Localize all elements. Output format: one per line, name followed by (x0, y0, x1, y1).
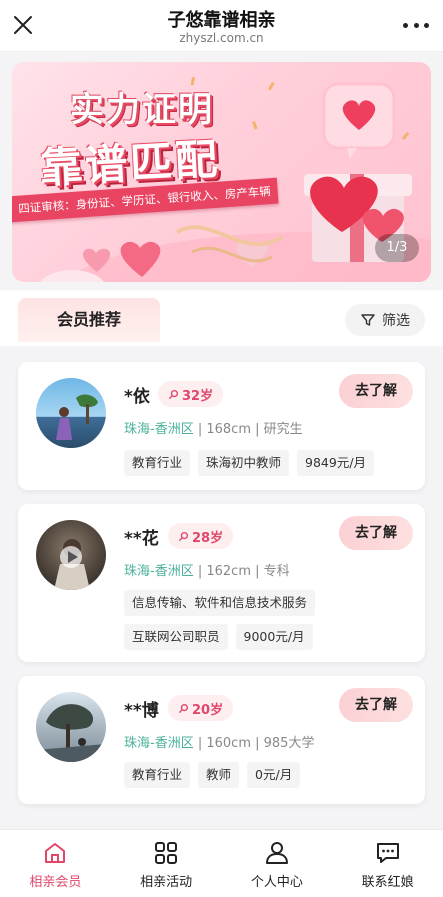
member-name: **博 (124, 701, 159, 721)
tag-job: 珠海初中教师 (198, 450, 290, 476)
member-card[interactable]: **博 20岁 去了解 珠海-香洲区 | 160cm | 985大学 教育行业 … (18, 676, 425, 804)
member-card[interactable]: *依 32岁 去了解 珠海-香洲区 | 168cm | 研究生 教育行业 珠海初… (18, 362, 425, 490)
nav-label: 个人中心 (250, 875, 303, 890)
promo-banner[interactable]: 实力证明 靠谱匹配 四证审核：身份证、学历证、银行收入、房产车辆 1/3 (12, 62, 431, 282)
grid-icon (155, 842, 178, 864)
chat-icon (376, 843, 399, 863)
female-icon (178, 531, 189, 541)
nav-profile[interactable]: 个人中心 (222, 830, 333, 897)
filter-label: 筛选 (382, 313, 410, 329)
nav-members[interactable]: 相亲会员 (0, 830, 111, 897)
nav-contact[interactable]: 联系红娘 (332, 830, 443, 897)
tag-industry: 教育行业 (124, 450, 191, 476)
member-card[interactable]: **花 28岁 去了解 珠海-香洲区 | 162cm | 专科 信息传输、软件和… (18, 504, 425, 662)
nav-label: 联系红娘 (361, 875, 414, 890)
more-icon[interactable] (403, 14, 429, 36)
age-badge: 20岁 (168, 695, 234, 721)
age-badge: 28岁 (168, 523, 234, 549)
member-education: 研究生 (263, 422, 303, 437)
tag-job: 教师 (198, 762, 240, 788)
banner-headline-1: 实力证明 (70, 90, 214, 130)
member-tags: 教育行业 珠海初中教师 9849元/月 (124, 450, 414, 476)
member-tags: 信息传输、软件和信息技术服务 互联网公司职员 9000元/月 (124, 590, 414, 650)
nav-label: 相亲活动 (140, 875, 193, 890)
home-icon (45, 843, 66, 863)
learn-more-button[interactable]: 去了解 (339, 516, 413, 550)
member-tags: 教育行业 教师 0元/月 (124, 762, 414, 788)
learn-more-button[interactable]: 去了解 (339, 374, 413, 408)
banner-pager: 1/3 (375, 234, 419, 262)
tag-industry: 信息传输、软件和信息技术服务 (124, 590, 316, 616)
age-value: 20岁 (192, 702, 224, 718)
member-height: 162cm (206, 564, 251, 579)
filter-icon (361, 314, 375, 326)
learn-more-button[interactable]: 去了解 (339, 688, 413, 722)
nav-label: 相亲会员 (29, 875, 82, 890)
top-bar: 子悠靠谱相亲 zhyszl.com.cn (0, 0, 443, 52)
page-title: 子悠靠谱相亲 (167, 10, 276, 31)
female-icon (168, 389, 179, 399)
tag-salary: 0元/月 (247, 762, 301, 788)
female-icon (178, 703, 189, 713)
filter-button[interactable]: 筛选 (345, 304, 425, 336)
tag-industry: 教育行业 (124, 762, 191, 788)
avatar (36, 378, 106, 448)
age-value: 28岁 (192, 530, 224, 546)
tab-member-recommend[interactable]: 会员推荐 (18, 298, 160, 342)
member-info: 珠海-香洲区 | 162cm | 专科 (124, 564, 290, 579)
tag-job: 互联网公司职员 (124, 624, 228, 650)
member-location: 珠海-香洲区 (124, 736, 194, 751)
member-education: 985大学 (263, 736, 315, 751)
age-badge: 32岁 (158, 381, 224, 407)
tag-salary: 9849元/月 (297, 450, 375, 476)
member-height: 160cm (206, 736, 251, 751)
bottom-nav: 相亲会员 相亲活动 个人中心 联系红娘 (0, 829, 443, 897)
member-name: **花 (124, 529, 159, 549)
person-icon (265, 842, 288, 864)
member-height: 168cm (206, 422, 251, 437)
member-info: 珠海-香洲区 | 168cm | 研究生 (124, 422, 303, 437)
member-education: 专科 (263, 564, 290, 579)
section-header: 会员推荐 筛选 (0, 290, 443, 346)
avatar (36, 692, 106, 762)
tag-salary: 9000元/月 (235, 624, 313, 650)
nav-activities[interactable]: 相亲活动 (111, 830, 222, 897)
page-domain: zhyszl.com.cn (179, 31, 264, 45)
age-value: 32岁 (182, 388, 214, 404)
avatar (36, 520, 106, 590)
member-info: 珠海-香洲区 | 160cm | 985大学 (124, 736, 315, 751)
member-name: *依 (124, 387, 150, 407)
member-location: 珠海-香洲区 (124, 564, 194, 579)
member-location: 珠海-香洲区 (124, 422, 194, 437)
